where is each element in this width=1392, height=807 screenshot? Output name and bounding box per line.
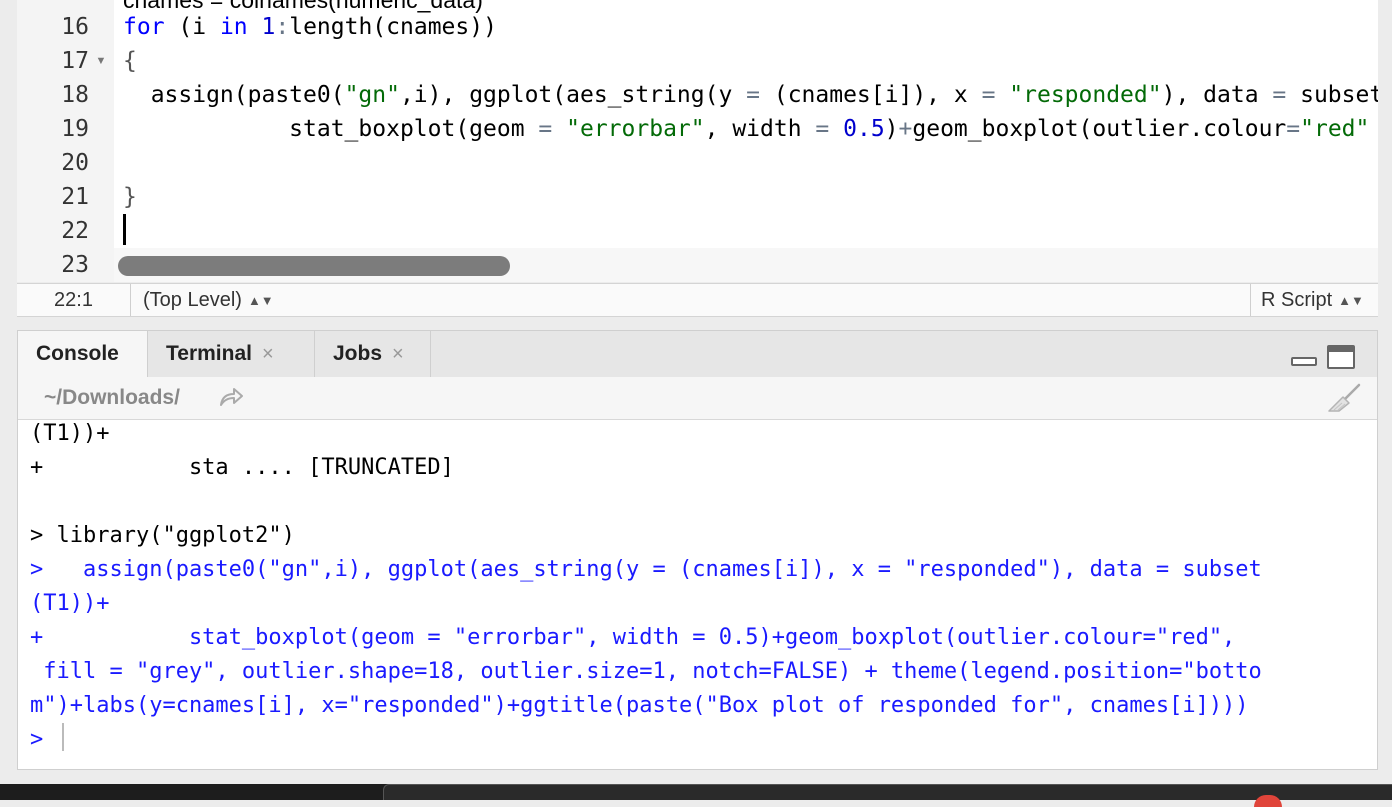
source-editor[interactable]: 16 17 18 19 20 21 22 23 ▼ cnames = colnames(nume…	[17, 0, 1378, 282]
tab-label: Jobs	[333, 342, 383, 365]
console-line: + stat_boxplot(geom = "errorbar", width …	[30, 625, 1236, 650]
code-token: assign(paste0(	[123, 82, 345, 108]
code-token: (cnames[i]), x	[760, 82, 982, 108]
code-token: "responded"	[1009, 82, 1162, 108]
working-directory-bar: ~/Downloads/	[18, 377, 1377, 420]
file-type-selector[interactable]: R Script ▲▼	[1250, 284, 1378, 316]
code-token: "red"	[1300, 116, 1370, 142]
code-token: stat_boxplot(geom	[123, 116, 539, 142]
code-token: (i	[164, 14, 220, 40]
code-token: {	[123, 48, 137, 74]
line-number: 16	[61, 14, 89, 40]
code-token: in	[219, 14, 248, 40]
line-number: 22	[61, 218, 89, 244]
console-line: + sta .... [TRUNCATED]	[30, 455, 454, 480]
console-line: m")+labs(y=cnames[i], x="responded")+ggt…	[30, 693, 1249, 718]
code-token: :	[275, 14, 290, 40]
console-line: >	[30, 727, 44, 752]
line-number: 19	[61, 116, 89, 142]
code-token: =	[981, 82, 996, 108]
code-token: "gn"	[344, 82, 400, 108]
code-token: "errorbar"	[566, 116, 705, 142]
code-token: length(cnames))	[289, 14, 497, 40]
code-token: )	[884, 116, 899, 142]
console-line: (T1))+	[30, 421, 110, 446]
close-icon[interactable]: ×	[392, 343, 404, 365]
tab-label: Console	[36, 342, 119, 365]
code-token: 0.5	[843, 116, 885, 142]
tab-jobs[interactable]: Jobs ×	[315, 331, 431, 377]
code-token: ,i), ggplot(aes_string(y	[399, 82, 747, 108]
console-input-cursor	[62, 723, 64, 751]
line-number: 18	[61, 82, 89, 108]
editor-status-bar: 22:1 (Top Level) ▲▼ R Script ▲▼	[17, 283, 1378, 317]
code-token: =	[746, 82, 760, 108]
code-line: {	[123, 44, 137, 78]
console-tab-bar: Console Terminal × Jobs ×	[18, 331, 1377, 378]
console-output[interactable]: (T1))+ + sta .... [TRUNCATED] > library("g…	[18, 419, 1377, 769]
working-directory-path[interactable]: ~/Downloads/	[44, 377, 180, 419]
maximize-icon[interactable]	[1327, 345, 1355, 369]
go-to-directory-icon[interactable]	[218, 386, 244, 408]
code-token: ), data	[1161, 82, 1273, 108]
code-token: 1	[261, 14, 276, 40]
horizontal-scrollbar-thumb[interactable]	[118, 256, 510, 276]
pane-controls	[1291, 345, 1369, 369]
updown-chevron-icon: ▲▼	[1338, 292, 1364, 308]
scope-selector[interactable]: (Top Level) ▲▼	[143, 284, 274, 316]
code-token: =	[1272, 82, 1287, 108]
code-token: =	[815, 116, 830, 142]
code-token: subset	[1286, 82, 1378, 108]
code-token: , width	[704, 116, 816, 142]
line-number: 23	[61, 252, 89, 278]
line-number: 20	[61, 150, 89, 176]
line-number: 21	[61, 184, 89, 210]
line-number-gutter: 16 17 18 19 20 21 22 23 ▼	[17, 0, 114, 282]
code-token: }	[123, 184, 137, 210]
console-line: > library("ggplot2")	[30, 523, 295, 548]
fold-toggle-icon[interactable]: ▼	[94, 44, 108, 78]
file-type-label: R Script	[1261, 289, 1333, 311]
console-line: (T1))+	[30, 591, 110, 616]
cursor-position: 22:1	[17, 284, 131, 316]
code-line: }	[123, 180, 137, 214]
code-token: for	[123, 14, 165, 40]
code-token: =	[538, 116, 553, 142]
tab-console[interactable]: Console	[18, 331, 148, 378]
code-token: =	[1286, 116, 1301, 142]
editor-text-cursor	[123, 214, 126, 245]
tab-label: Terminal	[166, 342, 252, 365]
updown-chevron-icon: ▲▼	[247, 292, 274, 308]
code-line: assign(paste0("gn",i), ggplot(aes_string…	[123, 78, 1378, 112]
console-pane: Console Terminal × Jobs × ~/Downloads/ (T1…	[17, 330, 1378, 770]
scope-label: (Top Level)	[143, 289, 242, 311]
minimize-icon[interactable]	[1291, 357, 1317, 366]
background-window-edge	[383, 784, 1392, 800]
console-line: fill = "grey", outlier.shape=18, outlier…	[30, 659, 1262, 684]
code-area[interactable]: cnames = colnames(numeric_data) for (i i…	[123, 0, 1378, 282]
tab-terminal[interactable]: Terminal ×	[148, 331, 315, 377]
close-icon[interactable]: ×	[262, 343, 274, 365]
console-line: > assign(paste0("gn",i), ggplot(aes_stri…	[30, 557, 1262, 582]
line-number: 17	[61, 48, 89, 74]
code-token: geom_boxplot(outlier.colour	[912, 116, 1287, 142]
code-line: for (i in 1:length(cnames))	[123, 10, 497, 44]
clear-console-broom-icon[interactable]	[1325, 383, 1363, 413]
code-token: +	[898, 116, 913, 142]
code-line: stat_boxplot(geom = "errorbar", width = …	[123, 112, 1369, 146]
